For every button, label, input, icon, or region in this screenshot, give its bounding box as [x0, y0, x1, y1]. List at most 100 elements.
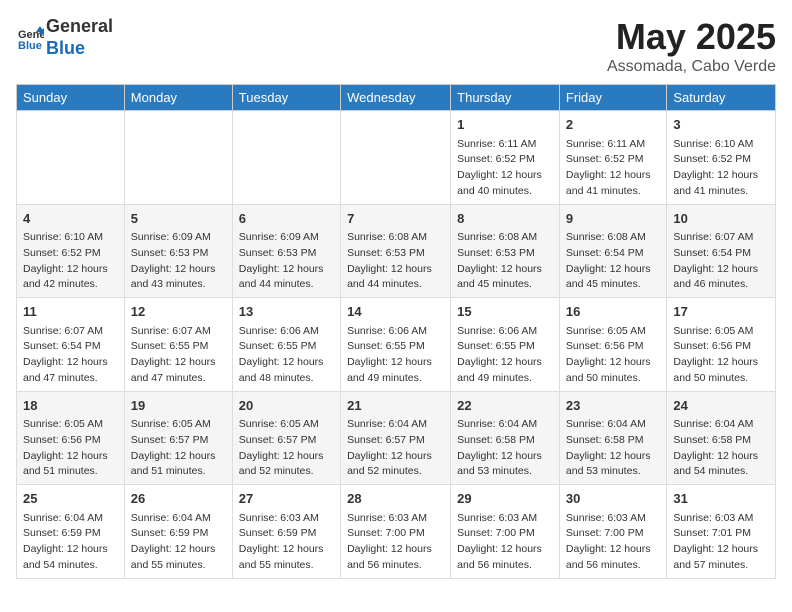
day-info: Sunrise: 6:11 AM Sunset: 6:52 PM Dayligh…	[566, 137, 661, 200]
calendar-cell: 22Sunrise: 6:04 AM Sunset: 6:58 PM Dayli…	[451, 391, 560, 485]
day-info: Sunrise: 6:08 AM Sunset: 6:53 PM Dayligh…	[457, 230, 553, 293]
day-info: Sunrise: 6:05 AM Sunset: 6:57 PM Dayligh…	[239, 417, 334, 480]
calendar-body: 1Sunrise: 6:11 AM Sunset: 6:52 PM Daylig…	[17, 111, 776, 579]
day-info: Sunrise: 6:04 AM Sunset: 6:58 PM Dayligh…	[457, 417, 553, 480]
day-number: 12	[131, 302, 226, 322]
calendar-cell: 30Sunrise: 6:03 AM Sunset: 7:00 PM Dayli…	[559, 485, 667, 579]
day-info: Sunrise: 6:05 AM Sunset: 6:56 PM Dayligh…	[566, 324, 661, 387]
day-info: Sunrise: 6:05 AM Sunset: 6:57 PM Dayligh…	[131, 417, 226, 480]
day-info: Sunrise: 6:10 AM Sunset: 6:52 PM Dayligh…	[673, 137, 769, 200]
day-number: 26	[131, 489, 226, 509]
calendar-cell: 7Sunrise: 6:08 AM Sunset: 6:53 PM Daylig…	[341, 204, 451, 298]
calendar-cell: 16Sunrise: 6:05 AM Sunset: 6:56 PM Dayli…	[559, 298, 667, 392]
day-info: Sunrise: 6:07 AM Sunset: 6:54 PM Dayligh…	[673, 230, 769, 293]
day-info: Sunrise: 6:10 AM Sunset: 6:52 PM Dayligh…	[23, 230, 118, 293]
day-number: 4	[23, 209, 118, 229]
weekday-header-cell: Friday	[559, 85, 667, 111]
page-header: General Blue General Blue May 2025 Assom…	[16, 16, 776, 76]
day-number: 7	[347, 209, 444, 229]
day-info: Sunrise: 6:08 AM Sunset: 6:54 PM Dayligh…	[566, 230, 661, 293]
day-info: Sunrise: 6:03 AM Sunset: 7:00 PM Dayligh…	[566, 511, 661, 574]
day-info: Sunrise: 6:03 AM Sunset: 7:00 PM Dayligh…	[457, 511, 553, 574]
day-info: Sunrise: 6:05 AM Sunset: 6:56 PM Dayligh…	[673, 324, 769, 387]
day-number: 10	[673, 209, 769, 229]
calendar-cell: 2Sunrise: 6:11 AM Sunset: 6:52 PM Daylig…	[559, 111, 667, 205]
weekday-header-row: SundayMondayTuesdayWednesdayThursdayFrid…	[17, 85, 776, 111]
day-number: 11	[23, 302, 118, 322]
calendar-cell: 20Sunrise: 6:05 AM Sunset: 6:57 PM Dayli…	[232, 391, 340, 485]
svg-text:Blue: Blue	[18, 40, 42, 52]
day-info: Sunrise: 6:03 AM Sunset: 6:59 PM Dayligh…	[239, 511, 334, 574]
day-number: 6	[239, 209, 334, 229]
calendar-cell: 13Sunrise: 6:06 AM Sunset: 6:55 PM Dayli…	[232, 298, 340, 392]
day-info: Sunrise: 6:06 AM Sunset: 6:55 PM Dayligh…	[457, 324, 553, 387]
calendar-cell: 9Sunrise: 6:08 AM Sunset: 6:54 PM Daylig…	[559, 204, 667, 298]
day-info: Sunrise: 6:04 AM Sunset: 6:59 PM Dayligh…	[131, 511, 226, 574]
day-number: 8	[457, 209, 553, 229]
calendar-cell: 10Sunrise: 6:07 AM Sunset: 6:54 PM Dayli…	[667, 204, 776, 298]
title-block: May 2025 Assomada, Cabo Verde	[607, 16, 776, 76]
weekday-header-cell: Sunday	[17, 85, 125, 111]
calendar-cell: 6Sunrise: 6:09 AM Sunset: 6:53 PM Daylig…	[232, 204, 340, 298]
calendar-title: May 2025	[607, 16, 776, 58]
calendar-week-row: 25Sunrise: 6:04 AM Sunset: 6:59 PM Dayli…	[17, 485, 776, 579]
day-number: 19	[131, 396, 226, 416]
calendar-cell: 17Sunrise: 6:05 AM Sunset: 6:56 PM Dayli…	[667, 298, 776, 392]
weekday-header-cell: Tuesday	[232, 85, 340, 111]
calendar-cell: 26Sunrise: 6:04 AM Sunset: 6:59 PM Dayli…	[124, 485, 232, 579]
calendar-cell: 8Sunrise: 6:08 AM Sunset: 6:53 PM Daylig…	[451, 204, 560, 298]
day-number: 14	[347, 302, 444, 322]
day-info: Sunrise: 6:09 AM Sunset: 6:53 PM Dayligh…	[131, 230, 226, 293]
calendar-cell: 23Sunrise: 6:04 AM Sunset: 6:58 PM Dayli…	[559, 391, 667, 485]
weekday-header-cell: Wednesday	[341, 85, 451, 111]
calendar-cell: 29Sunrise: 6:03 AM Sunset: 7:00 PM Dayli…	[451, 485, 560, 579]
day-number: 27	[239, 489, 334, 509]
calendar-cell: 15Sunrise: 6:06 AM Sunset: 6:55 PM Dayli…	[451, 298, 560, 392]
calendar-location: Assomada, Cabo Verde	[607, 58, 776, 76]
day-info: Sunrise: 6:04 AM Sunset: 6:58 PM Dayligh…	[673, 417, 769, 480]
calendar-cell	[232, 111, 340, 205]
day-number: 18	[23, 396, 118, 416]
calendar-cell: 11Sunrise: 6:07 AM Sunset: 6:54 PM Dayli…	[17, 298, 125, 392]
calendar-cell: 14Sunrise: 6:06 AM Sunset: 6:55 PM Dayli…	[341, 298, 451, 392]
day-info: Sunrise: 6:05 AM Sunset: 6:56 PM Dayligh…	[23, 417, 118, 480]
logo-blue-text: Blue	[46, 38, 85, 58]
calendar-cell	[341, 111, 451, 205]
day-info: Sunrise: 6:07 AM Sunset: 6:54 PM Dayligh…	[23, 324, 118, 387]
day-number: 31	[673, 489, 769, 509]
calendar-week-row: 1Sunrise: 6:11 AM Sunset: 6:52 PM Daylig…	[17, 111, 776, 205]
day-number: 3	[673, 115, 769, 135]
calendar-cell: 12Sunrise: 6:07 AM Sunset: 6:55 PM Dayli…	[124, 298, 232, 392]
calendar-cell: 27Sunrise: 6:03 AM Sunset: 6:59 PM Dayli…	[232, 485, 340, 579]
calendar-week-row: 4Sunrise: 6:10 AM Sunset: 6:52 PM Daylig…	[17, 204, 776, 298]
day-number: 24	[673, 396, 769, 416]
day-number: 13	[239, 302, 334, 322]
day-info: Sunrise: 6:11 AM Sunset: 6:52 PM Dayligh…	[457, 137, 553, 200]
calendar-cell: 25Sunrise: 6:04 AM Sunset: 6:59 PM Dayli…	[17, 485, 125, 579]
day-info: Sunrise: 6:07 AM Sunset: 6:55 PM Dayligh…	[131, 324, 226, 387]
day-info: Sunrise: 6:06 AM Sunset: 6:55 PM Dayligh…	[239, 324, 334, 387]
calendar-cell: 18Sunrise: 6:05 AM Sunset: 6:56 PM Dayli…	[17, 391, 125, 485]
day-info: Sunrise: 6:03 AM Sunset: 7:00 PM Dayligh…	[347, 511, 444, 574]
calendar-cell: 5Sunrise: 6:09 AM Sunset: 6:53 PM Daylig…	[124, 204, 232, 298]
logo-general-text: General	[46, 16, 113, 36]
calendar-cell: 4Sunrise: 6:10 AM Sunset: 6:52 PM Daylig…	[17, 204, 125, 298]
day-number: 9	[566, 209, 661, 229]
day-number: 17	[673, 302, 769, 322]
day-info: Sunrise: 6:04 AM Sunset: 6:59 PM Dayligh…	[23, 511, 118, 574]
day-number: 5	[131, 209, 226, 229]
day-number: 30	[566, 489, 661, 509]
calendar-cell: 1Sunrise: 6:11 AM Sunset: 6:52 PM Daylig…	[451, 111, 560, 205]
weekday-header-cell: Saturday	[667, 85, 776, 111]
calendar-cell: 21Sunrise: 6:04 AM Sunset: 6:57 PM Dayli…	[341, 391, 451, 485]
day-number: 15	[457, 302, 553, 322]
day-number: 21	[347, 396, 444, 416]
day-info: Sunrise: 6:09 AM Sunset: 6:53 PM Dayligh…	[239, 230, 334, 293]
logo-icon: General Blue	[16, 24, 44, 52]
calendar-table: SundayMondayTuesdayWednesdayThursdayFrid…	[16, 84, 776, 579]
calendar-week-row: 18Sunrise: 6:05 AM Sunset: 6:56 PM Dayli…	[17, 391, 776, 485]
calendar-cell: 24Sunrise: 6:04 AM Sunset: 6:58 PM Dayli…	[667, 391, 776, 485]
day-info: Sunrise: 6:03 AM Sunset: 7:01 PM Dayligh…	[673, 511, 769, 574]
day-number: 20	[239, 396, 334, 416]
day-number: 16	[566, 302, 661, 322]
